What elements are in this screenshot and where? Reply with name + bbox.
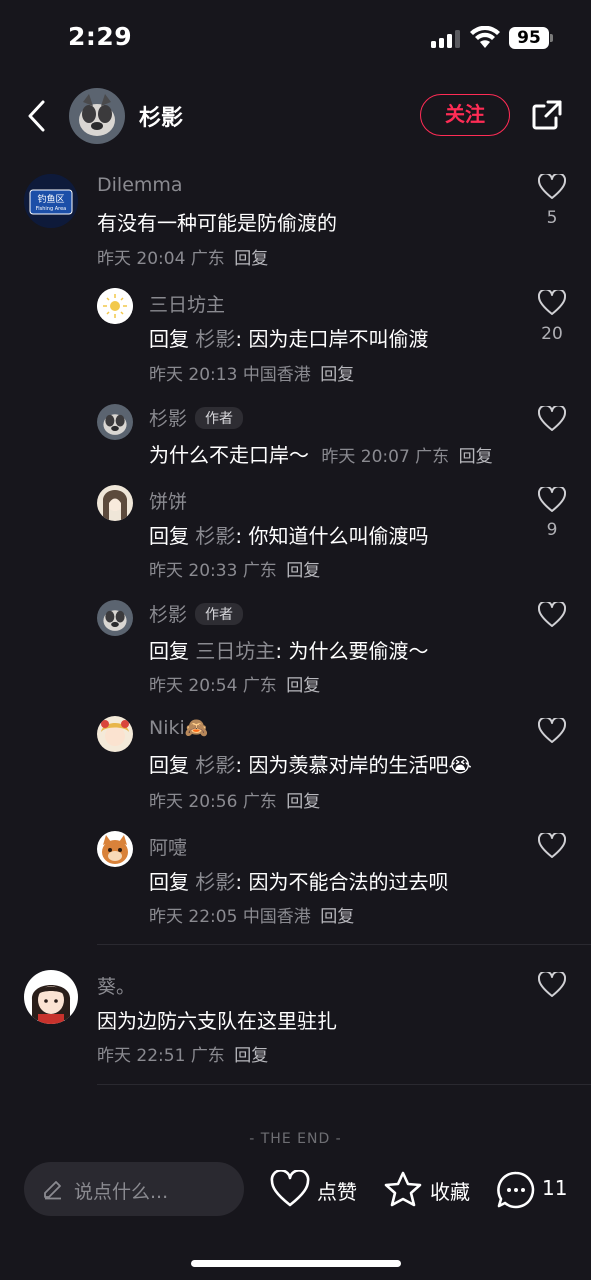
reply-button[interactable]: 回复 — [286, 792, 320, 812]
commenter-avatar[interactable] — [97, 831, 133, 867]
heart-icon[interactable] — [538, 718, 566, 744]
reply-button[interactable]: 回复 — [286, 561, 320, 581]
reply-target[interactable]: 杉影 — [195, 524, 235, 548]
comment-text: 回复 杉影: 因为走口岸不叫偷渡 — [149, 327, 429, 351]
reply-button[interactable]: 回复 — [234, 249, 268, 269]
comment-text: 回复 杉影: 你知道什么叫偷渡吗 — [149, 524, 429, 548]
end-of-list-label: - THE END - — [249, 1131, 342, 1147]
home-indicator — [191, 1260, 401, 1267]
commenter-name[interactable]: 葵。 — [97, 972, 135, 999]
reply-item[interactable]: 杉影 作者 回复 三日坊主: 为什么要偷渡～ 昨天 20:54 广东 回复 — [0, 598, 591, 698]
commenter-name[interactable]: 三日坊主 — [149, 290, 225, 317]
reply-item[interactable]: 杉影 作者 为什么不走口岸～ 昨天 20:07 广东 回复 — [0, 402, 591, 472]
favorite-label: 收藏 — [430, 1180, 470, 1204]
commenter-name[interactable]: 饼饼 — [149, 487, 187, 514]
author-tag: 作者 — [195, 407, 244, 429]
cellular-signal-icon — [431, 30, 463, 48]
reply-button[interactable]: 回复 — [320, 907, 354, 927]
reply-target[interactable]: 杉影 — [195, 753, 235, 777]
battery-nub — [550, 34, 553, 42]
reply-item[interactable]: 阿嚏 回复 杉影: 因为不能合法的过去呗 昨天 22:05 中国香港 回复 — [0, 829, 591, 929]
reply-target[interactable]: 三日坊主 — [195, 639, 275, 663]
reply-item[interactable]: Niki🙈 回复 杉影: 因为羡慕对岸的生活吧😭 昨天 20:56 广东 回复 — [0, 714, 591, 814]
comment-text: 回复 杉影: 因为羡慕对岸的生活吧😭 — [149, 753, 472, 777]
heart-icon — [270, 1170, 310, 1207]
comment-action[interactable]: 11 — [496, 1170, 568, 1210]
like-count: 20 — [541, 324, 563, 344]
comment-meta: 昨天 20:04 广东 回复 — [97, 244, 268, 269]
favorite-action[interactable]: 收藏 — [383, 1170, 475, 1210]
comment-text: 回复 杉影: 因为不能合法的过去呗 — [149, 870, 449, 894]
reply-item[interactable]: 饼饼 回复 杉影: 你知道什么叫偷渡吗 昨天 20:33 广东 回复 9 — [0, 483, 591, 583]
heart-icon[interactable] — [538, 174, 566, 200]
wifi-icon — [470, 26, 500, 48]
header: 杉影 关注 — [0, 80, 591, 152]
divider — [97, 1084, 591, 1085]
reply-target[interactable]: 杉影 — [195, 870, 235, 894]
divider — [97, 944, 591, 945]
author-avatar[interactable] — [69, 88, 125, 144]
commenter-name[interactable]: 杉影 作者 — [149, 600, 244, 627]
status-bar: 2:29 95 — [0, 0, 591, 80]
bottom-bar: 说点什么... 点赞 收藏 11 — [0, 1150, 591, 1280]
star-icon — [384, 1171, 422, 1207]
heart-icon[interactable] — [538, 406, 566, 432]
commenter-avatar[interactable] — [24, 970, 78, 1024]
heart-icon[interactable] — [538, 602, 566, 628]
comment-location: 广东 — [190, 249, 225, 269]
commenter-name[interactable]: 阿嚏 — [149, 833, 187, 860]
commenter-avatar[interactable] — [97, 716, 133, 752]
commenter-avatar[interactable] — [97, 404, 133, 440]
like-label: 点赞 — [317, 1180, 357, 1204]
commenter-avatar[interactable] — [97, 288, 133, 324]
comment-meta: 昨天 20:54 广东 回复 — [149, 676, 321, 696]
author-tag: 作者 — [195, 603, 244, 625]
back-arrow-icon[interactable] — [22, 96, 52, 136]
heart-icon[interactable] — [538, 972, 566, 998]
pencil-icon — [44, 1181, 61, 1200]
like-count: 9 — [546, 520, 558, 540]
comment-item[interactable]: 钓鱼区 Fishing Area Dilemma 有没有一种可能是防偷渡的 昨天… — [0, 170, 591, 270]
like-count: 5 — [546, 208, 558, 228]
reply-button[interactable]: 回复 — [286, 676, 320, 696]
comment-item[interactable]: 葵。 因为边防六支队在这里驻扎 昨天 22:51 广东 回复 — [0, 968, 591, 1068]
reply-target[interactable]: 杉影 — [195, 327, 235, 351]
comment-count: 11 — [542, 1176, 568, 1200]
comment-text: 为什么不走口岸～ 昨天 20:07 广东 回复 — [149, 443, 493, 467]
comment-meta: 昨天 20:56 广东 回复 — [149, 792, 321, 812]
svg-text:Fishing Area: Fishing Area — [36, 206, 67, 212]
reply-button[interactable]: 回复 — [320, 365, 354, 385]
status-time: 2:29 — [68, 22, 133, 51]
reply-button[interactable]: 回复 — [234, 1046, 268, 1066]
comment-meta: 昨天 20:13 中国香港 回复 — [149, 365, 355, 385]
comment-time: 昨天 20:04 — [97, 249, 186, 269]
heart-icon[interactable] — [538, 833, 566, 859]
input-placeholder: 说点什么... — [74, 1181, 169, 1203]
share-icon[interactable] — [530, 98, 564, 132]
follow-button[interactable]: 关注 — [420, 94, 510, 136]
comment-meta: 昨天 22:51 广东 回复 — [97, 1046, 269, 1066]
comment-meta: 昨天 22:05 中国香港 回复 — [149, 907, 355, 927]
commenter-name[interactable]: Niki🙈 — [149, 716, 208, 739]
commenter-name[interactable]: Dilemma — [97, 174, 183, 196]
heart-icon[interactable] — [538, 290, 566, 316]
like-action[interactable]: 点赞 — [270, 1170, 362, 1210]
reply-button[interactable]: 回复 — [459, 447, 493, 467]
svg-text:钓鱼区: 钓鱼区 — [37, 193, 64, 205]
commenter-name[interactable]: 杉影 作者 — [149, 404, 244, 431]
comment-input[interactable]: 说点什么... — [24, 1162, 244, 1216]
comment-text: 因为边防六支队在这里驻扎 — [97, 1009, 337, 1033]
reply-item[interactable]: 三日坊主 回复 杉影: 因为走口岸不叫偷渡 昨天 20:13 中国香港 回复 2… — [0, 286, 591, 386]
commenter-avatar[interactable] — [97, 485, 133, 521]
comment-meta: 昨天 20:07 广东 回复 — [321, 447, 493, 467]
comment-bubble-icon — [497, 1171, 535, 1209]
commenter-avatar[interactable] — [97, 600, 133, 636]
comment-text: 有没有一种可能是防偷渡的 — [97, 211, 337, 235]
comment-text: 回复 三日坊主: 为什么要偷渡～ — [149, 639, 429, 663]
comment-meta: 昨天 20:33 广东 回复 — [149, 561, 321, 581]
heart-icon[interactable] — [538, 487, 566, 513]
commenter-avatar[interactable]: 钓鱼区 Fishing Area — [24, 174, 78, 228]
author-name[interactable]: 杉影 — [139, 100, 183, 132]
battery-icon: 95 — [509, 27, 549, 49]
